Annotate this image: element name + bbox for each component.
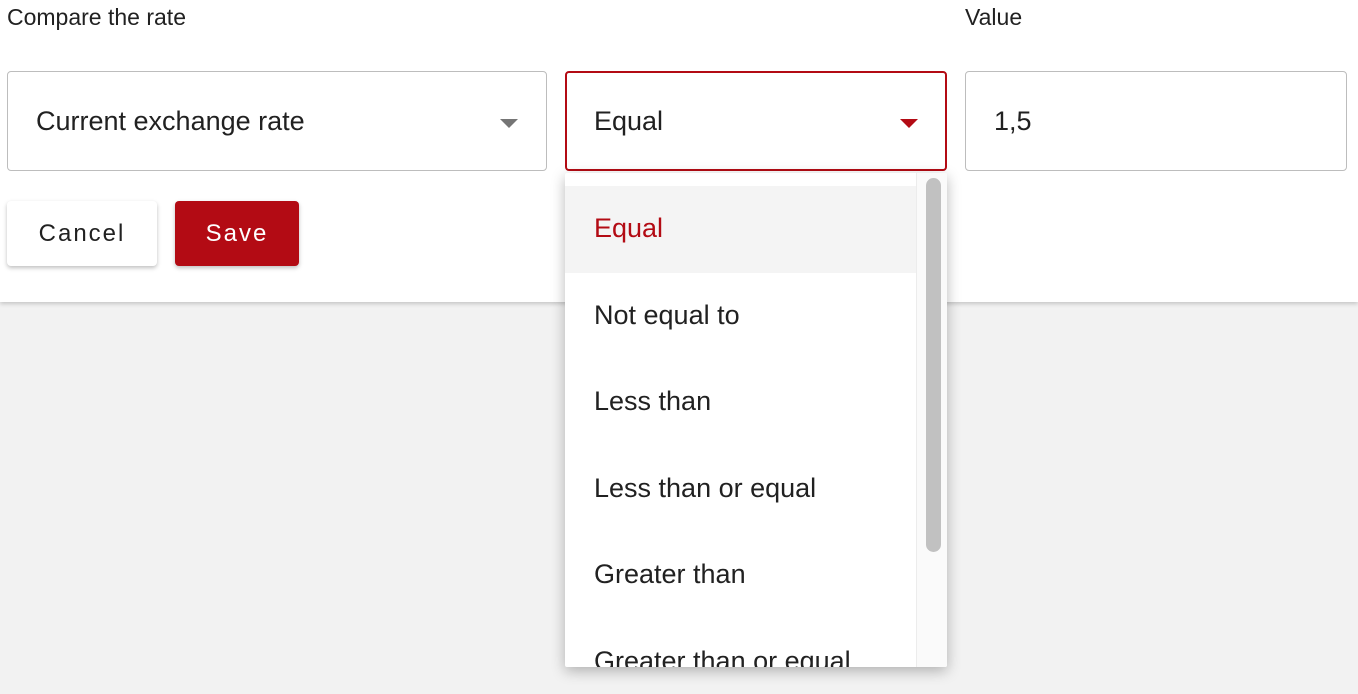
operator-dropdown-menu: Equal Not equal to Less than Less than o…	[565, 173, 947, 667]
cancel-button[interactable]: Cancel	[7, 201, 157, 266]
menu-item-not-equal[interactable]: Not equal to	[565, 273, 917, 360]
menu-scrollbar-thumb[interactable]	[926, 178, 941, 552]
menu-item-greater-than-or-equal[interactable]: Greater than or equal	[565, 619, 917, 667]
value-input[interactable]: 1,5	[965, 71, 1347, 171]
menu-item-label: Equal	[594, 213, 664, 243]
menu-item-equal[interactable]: Equal	[565, 186, 917, 273]
menu-scrollbar-track[interactable]	[916, 173, 947, 667]
caret-down-icon	[900, 119, 918, 128]
value-label: Value	[965, 4, 1023, 30]
rate-select-value: Current exchange rate	[36, 106, 305, 136]
menu-item-label: Less than	[594, 386, 712, 417]
value-input-text: 1,5	[994, 106, 1032, 136]
rate-select[interactable]: Current exchange rate	[7, 71, 547, 171]
menu-item-label: Not equal to	[594, 299, 740, 330]
menu-item-less-than-or-equal[interactable]: Less than or equal	[565, 446, 917, 533]
compare-label: Compare the rate	[7, 4, 186, 30]
menu-item-label: Greater than or equal	[594, 645, 851, 667]
menu-item-less-than[interactable]: Less than	[565, 359, 917, 446]
caret-down-icon	[500, 119, 518, 128]
operator-select-value: Equal	[594, 106, 664, 136]
menu-item-label: Less than or equal	[594, 472, 817, 503]
menu-item-label: Greater than	[594, 559, 746, 590]
save-button[interactable]: Save	[175, 201, 299, 266]
operator-options-list: Equal Not equal to Less than Less than o…	[565, 186, 917, 667]
menu-item-greater-than[interactable]: Greater than	[565, 532, 917, 619]
operator-select[interactable]: Equal	[565, 71, 947, 171]
